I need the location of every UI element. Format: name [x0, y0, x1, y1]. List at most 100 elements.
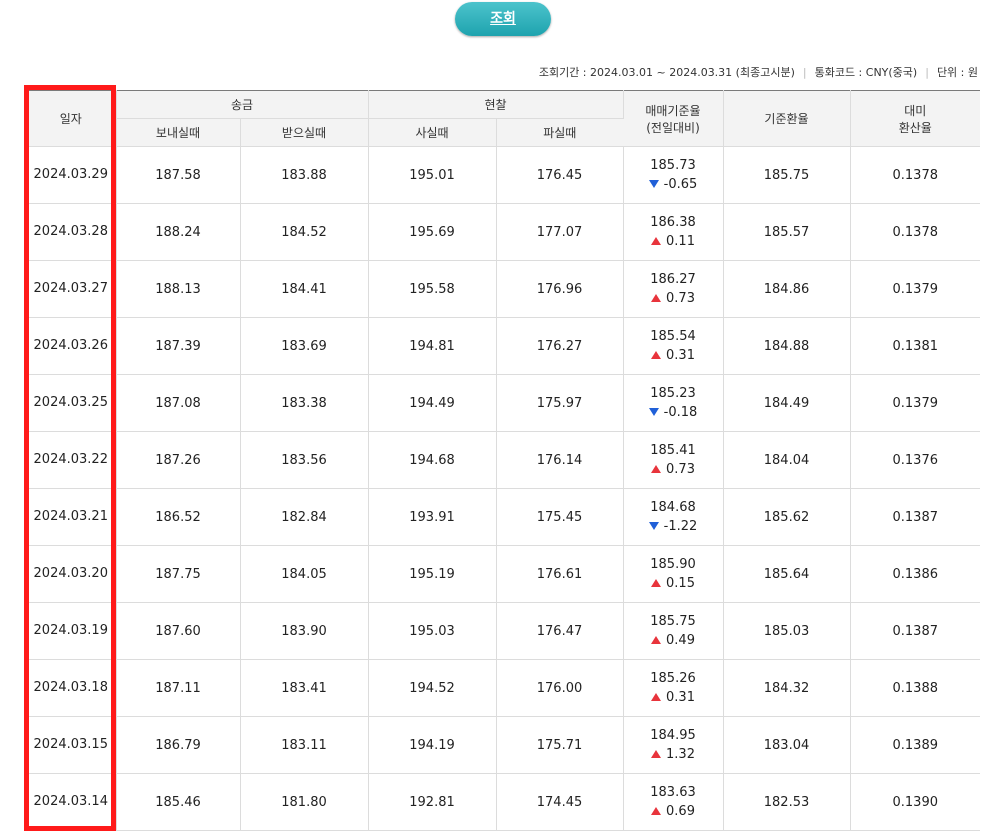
usd-rate-cell: 0.1390 [850, 773, 980, 831]
send-cell: 188.24 [116, 203, 241, 261]
change-value: 0.11 [666, 233, 695, 249]
change-value: 0.73 [666, 461, 695, 477]
sell-cell: 176.14 [496, 431, 624, 489]
receive-cell: 181.80 [240, 773, 369, 831]
send-cell: 187.58 [116, 146, 241, 204]
buy-cell: 193.91 [368, 488, 497, 546]
usd-rate-cell: 0.1379 [850, 260, 980, 318]
table-row: 2024.03.21 186.52 182.84 193.91 175.45 184.68… [26, 488, 980, 546]
send-cell: 187.75 [116, 545, 241, 603]
standard-rate-cell: 185.75 [723, 146, 851, 204]
date-cell: 2024.03.28 [26, 203, 117, 261]
sell-cell: 175.97 [496, 374, 624, 432]
separator: | [925, 66, 929, 79]
rate-change: 1.32 [651, 745, 695, 764]
usd-rate-cell: 0.1387 [850, 602, 980, 660]
up-arrow-icon [651, 693, 662, 702]
separator: | [802, 66, 807, 79]
change-value: 0.31 [666, 689, 695, 705]
standard-rate-cell: 184.86 [723, 260, 851, 318]
date-cell: 2024.03.14 [26, 773, 117, 831]
send-cell: 188.13 [116, 260, 241, 318]
send-cell: 187.60 [116, 602, 241, 660]
search-button-wrapper: 조회 [0, 2, 1006, 36]
table-row: 2024.03.26 187.39 183.69 194.81 176.27 185.54… [26, 317, 980, 375]
header-base-rate-line1: 매매기준율 [645, 103, 701, 118]
base-rate-value: 184.95 [650, 727, 696, 743]
rate-change: -0.18 [648, 403, 697, 422]
header-date: 일자 [26, 90, 117, 147]
standard-rate-cell: 185.03 [723, 602, 851, 660]
standard-rate-cell: 184.49 [723, 374, 851, 432]
usd-rate-cell: 0.1376 [850, 431, 980, 489]
header-standard-rate: 기준환율 [723, 90, 851, 147]
date-cell: 2024.03.29 [26, 146, 117, 204]
buy-cell: 195.19 [368, 545, 497, 603]
rate-change: 0.69 [651, 802, 695, 821]
buy-cell: 194.68 [368, 431, 497, 489]
base-rate-value: 186.38 [650, 214, 696, 230]
base-rate-value: 185.73 [650, 157, 696, 173]
base-rate-cell: 185.75 0.49 [623, 602, 724, 660]
standard-rate-cell: 182.53 [723, 773, 851, 831]
table-row: 2024.03.27 188.13 184.41 195.58 176.96 186.27… [26, 260, 980, 318]
header-base-rate-line2: (전일대비) [646, 120, 700, 135]
base-rate-value: 185.23 [650, 385, 696, 401]
sell-cell: 175.71 [496, 716, 624, 774]
table-row: 2024.03.14 185.46 181.80 192.81 174.45 183.63… [26, 773, 980, 831]
send-cell: 186.52 [116, 488, 241, 546]
change-value: 0.31 [666, 347, 695, 363]
base-rate-cell: 184.68 -1.22 [623, 488, 724, 546]
base-rate-value: 183.63 [650, 784, 696, 800]
date-cell: 2024.03.18 [26, 659, 117, 717]
up-arrow-icon [651, 294, 662, 303]
send-cell: 187.11 [116, 659, 241, 717]
buy-cell: 195.03 [368, 602, 497, 660]
buy-cell: 192.81 [368, 773, 497, 831]
date-cell: 2024.03.15 [26, 716, 117, 774]
exchange-rate-table: 일자 송금 현찰 매매기준율 (전일대비) 기준환율 대미 환산율 보내실때 받으실… [26, 90, 980, 831]
receive-cell: 183.11 [240, 716, 369, 774]
sell-cell: 175.45 [496, 488, 624, 546]
receive-cell: 182.84 [240, 488, 369, 546]
send-cell: 186.79 [116, 716, 241, 774]
table-row: 2024.03.15 186.79 183.11 194.19 175.71 184.95… [26, 716, 980, 774]
up-arrow-icon [651, 579, 662, 588]
standard-rate-cell: 185.62 [723, 488, 851, 546]
search-button[interactable]: 조회 [455, 2, 551, 36]
header-sell: 파실때 [496, 118, 623, 147]
receive-cell: 183.41 [240, 659, 369, 717]
up-arrow-icon [651, 807, 662, 816]
down-arrow-icon [648, 180, 659, 189]
send-cell: 187.26 [116, 431, 241, 489]
rate-change: -0.65 [648, 175, 697, 194]
standard-rate-cell: 185.57 [723, 203, 851, 261]
up-arrow-icon [651, 465, 662, 474]
base-rate-value: 185.41 [650, 442, 696, 458]
usd-rate-cell: 0.1388 [850, 659, 980, 717]
base-rate-value: 185.90 [650, 556, 696, 572]
sell-cell: 176.47 [496, 602, 624, 660]
table-row: 2024.03.20 187.75 184.05 195.19 176.61 185.90… [26, 545, 980, 603]
base-rate-value: 186.27 [650, 271, 696, 287]
base-rate-cell: 186.38 0.11 [623, 203, 724, 261]
table-row: 2024.03.18 187.11 183.41 194.52 176.00 185.26… [26, 659, 980, 717]
currency-label: 통화코드 : CNY(중국) [814, 66, 918, 79]
change-value: 0.15 [666, 575, 695, 591]
base-rate-cell: 185.90 0.15 [623, 545, 724, 603]
change-value: 1.32 [666, 746, 695, 762]
base-rate-cell: 185.54 0.31 [623, 317, 724, 375]
usd-rate-cell: 0.1378 [850, 203, 980, 261]
buy-cell: 194.49 [368, 374, 497, 432]
date-cell: 2024.03.22 [26, 431, 117, 489]
rate-change: 0.73 [651, 289, 695, 308]
receive-cell: 183.88 [240, 146, 369, 204]
sell-cell: 176.45 [496, 146, 624, 204]
buy-cell: 194.19 [368, 716, 497, 774]
header-base-rate: 매매기준율 (전일대비) [623, 90, 724, 147]
standard-rate-cell: 184.04 [723, 431, 851, 489]
base-rate-cell: 185.73 -0.65 [623, 146, 724, 204]
base-rate-cell: 185.41 0.73 [623, 431, 724, 489]
change-value: -1.22 [663, 518, 698, 534]
table-row: 2024.03.19 187.60 183.90 195.03 176.47 185.75… [26, 602, 980, 660]
